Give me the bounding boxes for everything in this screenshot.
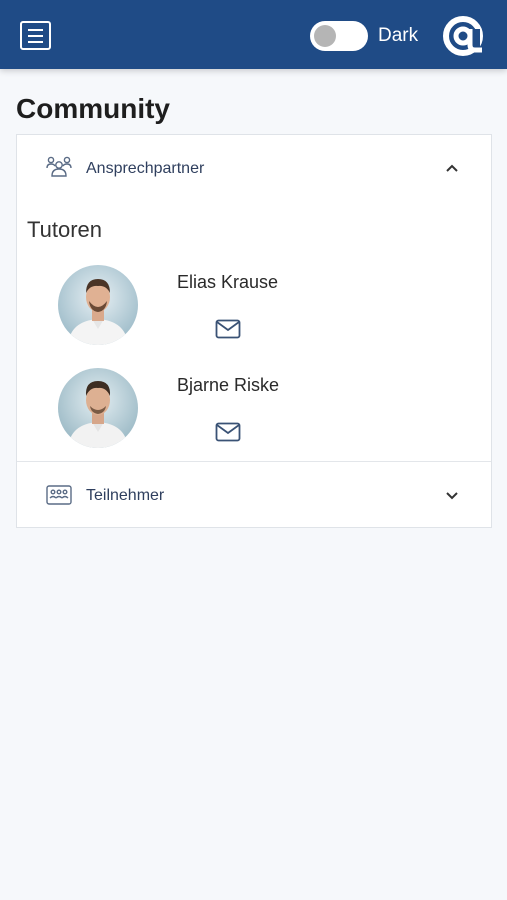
accordion-label-contacts: Ansprechpartner (86, 160, 205, 177)
menu-icon-line (28, 40, 43, 43)
person-photo (58, 265, 138, 345)
community-card: Ansprechpartner Tutoren Elias Krause Bja… (16, 134, 492, 528)
top-bar: Dark (0, 0, 507, 69)
accordion-header-contacts[interactable]: Ansprechpartner (17, 135, 491, 201)
person-photo (58, 368, 138, 448)
mail-icon[interactable] (215, 319, 241, 339)
person-name: Bjarne Riske (177, 375, 280, 395)
people-group-icon (46, 156, 72, 177)
chevron-up-icon[interactable] (445, 161, 459, 175)
accordion-header-participants[interactable]: Teilnehmer (17, 462, 491, 528)
chevron-down-icon[interactable] (445, 488, 459, 502)
avatar (58, 368, 138, 448)
tutors-heading: Tutoren (27, 217, 103, 242)
menu-icon-line (28, 34, 43, 37)
avatar (58, 265, 138, 345)
toggle-knob (314, 25, 336, 47)
menu-button[interactable] (20, 21, 51, 50)
id-card-icon (46, 485, 72, 505)
person-name: Elias Krause (177, 272, 279, 292)
dark-mode-toggle[interactable] (310, 21, 368, 51)
at-sign-logo-icon[interactable] (442, 15, 484, 57)
mail-icon[interactable] (215, 422, 241, 442)
menu-icon-line (28, 28, 43, 31)
dark-mode-label: Dark (378, 25, 419, 46)
page-title: Community (16, 93, 170, 124)
accordion-label-participants: Teilnehmer (86, 487, 165, 504)
